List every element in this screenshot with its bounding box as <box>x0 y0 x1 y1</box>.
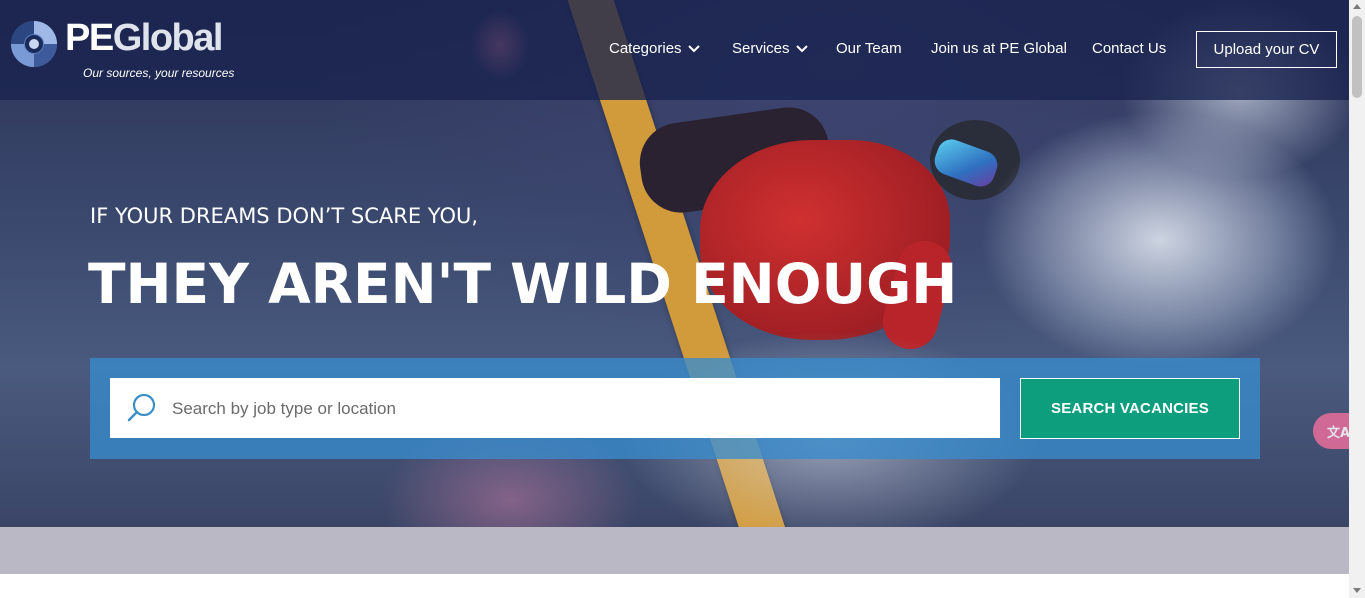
logo-wordmark: PEGlobal <box>65 17 224 60</box>
upload-cv-button[interactable]: Upload your CV <box>1196 31 1337 68</box>
snow-powder-spray <box>980 110 1340 370</box>
search-icon <box>127 393 156 422</box>
section-divider-strip <box>0 527 1349 574</box>
translate-icon: 文A <box>1327 426 1351 441</box>
header-bar: PEGlobal Our sources, your resources Cat… <box>0 0 1349 100</box>
translate-widget[interactable]: 文A <box>1313 413 1353 449</box>
scroll-down-arrow-icon[interactable] <box>1353 588 1361 593</box>
nav-contact-us[interactable]: Contact Us <box>1092 40 1166 60</box>
hero-tagline: IF YOUR DREAMS DON’T SCARE YOU, <box>90 204 479 228</box>
scroll-thumb[interactable] <box>1352 16 1362 98</box>
nav-join-us[interactable]: Join us at PE Global <box>931 40 1067 60</box>
page-scrollbar[interactable] <box>1349 0 1365 598</box>
scroll-up-arrow-icon[interactable] <box>1353 4 1361 9</box>
logo-tagline: Our sources, your resources <box>83 66 235 80</box>
nav-services[interactable]: Services <box>732 40 808 60</box>
search-box[interactable] <box>110 378 1000 440</box>
chevron-down-icon <box>795 45 808 53</box>
hero-headline: THEY AREN'T WILD ENOUGH <box>88 252 958 316</box>
nav-categories[interactable]: Categories <box>609 40 700 60</box>
search-panel: SEARCH VACANCIES <box>90 358 1260 459</box>
pe-global-logo[interactable]: PEGlobal Our sources, your resources <box>9 17 239 85</box>
logo-pe: PE <box>65 17 114 59</box>
nav-label: Categories <box>609 40 682 57</box>
search-input[interactable] <box>170 378 994 440</box>
logo-emblem-icon <box>11 21 57 67</box>
logo-global: Global <box>112 17 224 59</box>
nav-label: Services <box>732 40 790 57</box>
search-vacancies-button[interactable]: SEARCH VACANCIES <box>1020 378 1240 439</box>
nav-our-team[interactable]: Our Team <box>836 40 902 60</box>
chevron-down-icon <box>687 45 700 53</box>
